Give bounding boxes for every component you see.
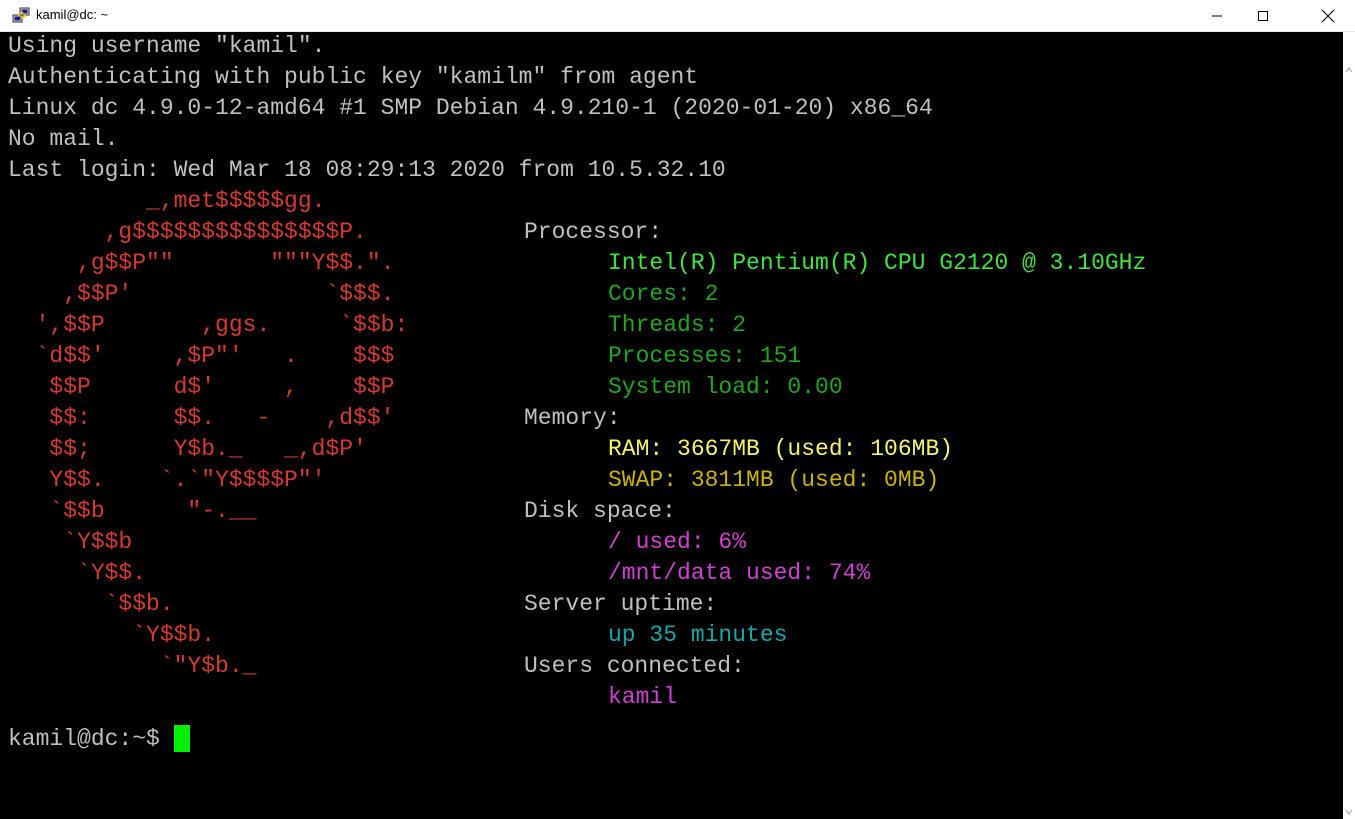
disk-root-usage: / used: 6% <box>608 529 747 555</box>
login-line: Using username "kamil". <box>8 33 326 59</box>
debian-logo-line: `Y$$b. <box>8 622 216 648</box>
disk-data-usage: /mnt/data used: 74% <box>608 560 871 586</box>
cpu-model: Intel(R) Pentium(R) CPU G2120 @ 3.10GHz <box>608 250 1147 276</box>
cpu-threads: Threads: 2 <box>608 312 747 338</box>
debian-logo-line: $$: $$. - ,d$$' <box>8 405 395 431</box>
processor-label: Processor: <box>524 219 663 245</box>
disk-label: Disk space: <box>524 498 676 524</box>
memory-label: Memory: <box>524 405 621 431</box>
close-icon <box>1321 9 1334 23</box>
debian-logo-line: `"Y$b._ <box>8 653 257 679</box>
debian-logo-line: ',$$P ,ggs. `$$b: <box>8 312 409 338</box>
debian-logo-line: `$$b "-.__ <box>8 498 257 524</box>
login-line: No mail. <box>8 126 119 152</box>
debian-logo-line: $$; Y$b._ _,d$P' <box>8 436 367 462</box>
debian-logo-line: `Y$$b <box>8 529 133 555</box>
text-cursor <box>173 725 190 752</box>
shell-prompt: kamil@dc:~$ <box>8 726 174 752</box>
ram-info: RAM: 3667MB (used: 106MB) <box>608 436 954 462</box>
debian-logo-line: `d$$' ,$P"' . $$$ <box>8 343 395 369</box>
putty-window: kamil@dc: ~ Using username "kamil". Auth… <box>0 0 1355 819</box>
users-label: Users connected: <box>524 653 745 679</box>
minimize-button[interactable] <box>1194 0 1240 32</box>
login-line: Linux dc 4.9.0-12-amd64 #1 SMP Debian 4.… <box>8 95 933 121</box>
swap-info: SWAP: 3811MB (used: 0MB) <box>608 467 940 493</box>
vertical-scrollbar[interactable] <box>1343 32 1355 819</box>
putty-icon[interactable] <box>12 6 32 26</box>
debian-logo-line: Y$$. `.`"Y$$$$P"' <box>8 467 326 493</box>
debian-logo-line: `$$b. <box>8 591 174 617</box>
login-line: Authenticating with public key "kamilm" … <box>8 64 699 90</box>
process-count: Processes: 151 <box>608 343 802 369</box>
debian-logo-line: `Y$$. <box>8 560 147 586</box>
debian-logo-line: ,g$$$$$$$$$$$$$$$P. <box>8 219 367 245</box>
debian-logo-line: $$P d$' , $$P <box>8 374 395 400</box>
debian-logo-line: ,g$$P"" """Y$$.". <box>8 250 395 276</box>
uptime-label: Server uptime: <box>524 591 718 617</box>
debian-logo-line: _,met$$$$$gg. <box>8 188 326 214</box>
shell-prompt-line[interactable]: kamil@dc:~$ <box>8 725 190 753</box>
system-load: System load: 0.00 <box>608 374 843 400</box>
maximize-icon <box>1258 11 1268 21</box>
users-value: kamil <box>608 684 678 710</box>
scroll-up-icon[interactable] <box>1345 66 1353 74</box>
title-bar[interactable]: kamil@dc: ~ <box>0 0 1355 32</box>
uptime-value: up 35 minutes <box>608 622 788 648</box>
maximize-button[interactable] <box>1240 0 1286 32</box>
cpu-cores: Cores: 2 <box>608 281 719 307</box>
terminal-screen[interactable]: Using username "kamil". Authenticating w… <box>0 32 1343 819</box>
minimize-icon <box>1212 15 1222 17</box>
scroll-down-icon[interactable] <box>1345 808 1353 816</box>
login-line: Last login: Wed Mar 18 08:29:13 2020 fro… <box>8 157 726 183</box>
close-button[interactable] <box>1300 0 1355 32</box>
window-title: kamil@dc: ~ <box>36 7 109 22</box>
debian-logo-line: ,$$P' `$$$. <box>8 281 395 307</box>
